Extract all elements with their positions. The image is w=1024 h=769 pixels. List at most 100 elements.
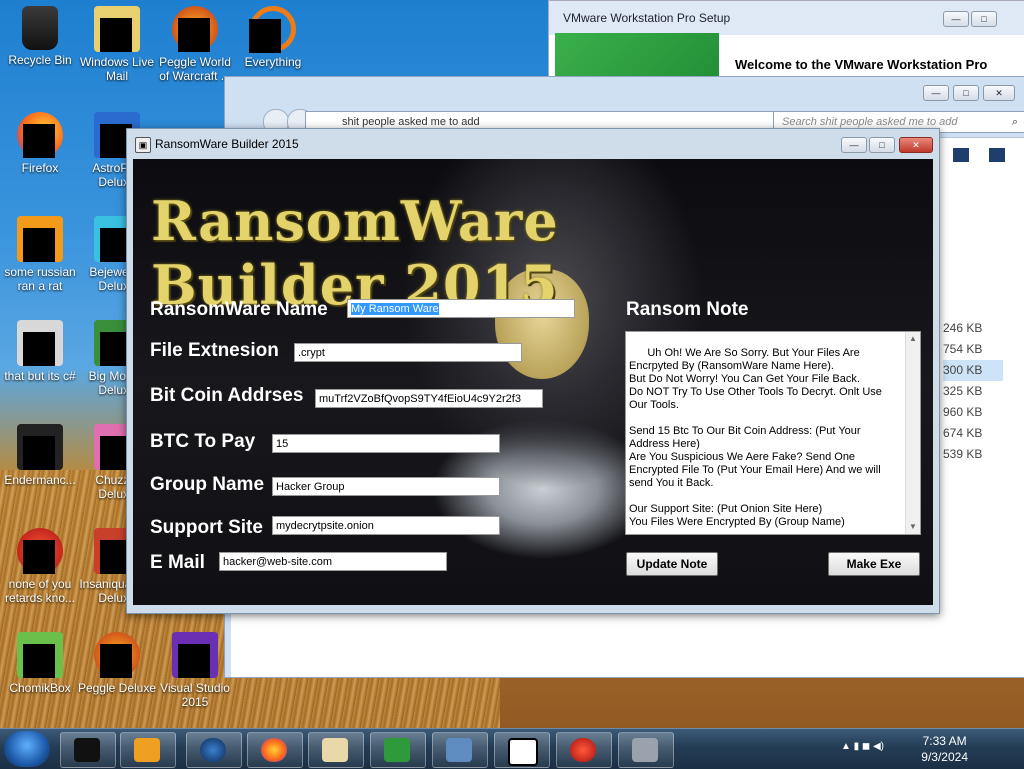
taskbar-item-app-red[interactable] bbox=[556, 732, 612, 768]
search-icon[interactable]: ⌕ bbox=[1012, 112, 1018, 132]
desktop-icon-peggle-wow[interactable]: Peggle World of Warcraft ... bbox=[155, 6, 235, 83]
file-size: 674 KB bbox=[943, 426, 983, 440]
group-name-label: Group Name bbox=[150, 474, 265, 495]
address-text: shit people asked me to add bbox=[342, 116, 480, 128]
view-icon[interactable] bbox=[953, 148, 969, 162]
desktop-icon-recycle-bin[interactable]: Recycle Bin bbox=[0, 6, 80, 67]
chomikbox-icon bbox=[17, 632, 63, 678]
desktop-icon-label: Visual Studio 2015 bbox=[160, 681, 230, 709]
app-icon bbox=[17, 528, 63, 574]
desktop-icon-label: none of you retards kno... bbox=[4, 577, 76, 605]
taskbar-item-media-player[interactable] bbox=[120, 732, 176, 768]
maximize-button[interactable]: □ bbox=[953, 85, 979, 101]
minimize-button[interactable]: — bbox=[841, 137, 867, 153]
taskbar-item-download-manager[interactable] bbox=[370, 732, 426, 768]
file-extension-label: File Extnesion bbox=[150, 340, 279, 361]
taskbar-item-control-panel[interactable] bbox=[432, 732, 488, 768]
desktop-icon-visual-studio[interactable]: Visual Studio 2015 bbox=[155, 632, 235, 709]
terminal-icon bbox=[74, 738, 100, 762]
desktop-icon-endermanc[interactable]: Endermanc... bbox=[0, 424, 80, 487]
close-button[interactable]: ✕ bbox=[983, 85, 1015, 101]
app-icon: ▣ bbox=[135, 137, 151, 153]
file-size: 754 KB bbox=[943, 342, 983, 356]
app-icon bbox=[570, 738, 596, 762]
firefox-icon bbox=[17, 112, 63, 158]
vmware-title-bar[interactable]: VMware Workstation Pro Setup — □ bbox=[549, 1, 1024, 35]
ransomware-name-label: RansomWare Name bbox=[150, 299, 328, 320]
search-placeholder: Search shit people asked me to add bbox=[782, 116, 958, 128]
preview-pane-icon[interactable] bbox=[989, 148, 1005, 162]
document-icon bbox=[17, 216, 63, 262]
group-name-input[interactable]: Hacker Group bbox=[272, 477, 500, 496]
desktop-icon-label: Firefox bbox=[21, 161, 59, 175]
file-size: 300 KB bbox=[943, 360, 1003, 381]
maximize-button[interactable]: □ bbox=[869, 137, 895, 153]
desktop-icon-label: Peggle World of Warcraft ... bbox=[159, 55, 231, 83]
desktop-icon-everything[interactable]: Everything bbox=[233, 6, 313, 69]
desktop-icon-label: Windows Live Mail bbox=[79, 55, 155, 83]
file-size-column: 246 KB 754 KB 300 KB 325 KB 960 KB 674 K… bbox=[943, 318, 1003, 465]
ransomware-name-input[interactable]: My Ransom Ware bbox=[347, 299, 575, 318]
control-panel-icon bbox=[446, 738, 472, 762]
desktop-icon-none-of-you[interactable]: none of you retards kno... bbox=[0, 528, 80, 605]
taskbar-clock[interactable]: 7:33 AM 9/3/2024 bbox=[921, 733, 968, 765]
media-player-icon bbox=[134, 738, 160, 762]
vmware-welcome-heading: Welcome to the VMware Workstation Pro bbox=[735, 57, 988, 72]
note-scrollbar[interactable]: ▲ ▼ bbox=[905, 332, 920, 534]
taskbar-item-paint[interactable] bbox=[308, 732, 364, 768]
update-note-button[interactable]: Update Note bbox=[626, 552, 718, 576]
scroll-up-icon[interactable]: ▲ bbox=[906, 332, 920, 346]
taskbar-item-globe[interactable] bbox=[186, 732, 242, 768]
peggle-icon bbox=[172, 6, 218, 52]
taskbar-item-firefox[interactable] bbox=[247, 732, 303, 768]
ransom-note-textarea[interactable]: Uh Oh! We Are So Sorry. But Your Files A… bbox=[625, 331, 921, 535]
close-button[interactable]: ✕ bbox=[899, 137, 933, 153]
system-tray[interactable]: ▲ ▮ ◼ ◀) bbox=[841, 741, 884, 752]
taskbar-item-terminal[interactable] bbox=[60, 732, 116, 768]
terminal-icon bbox=[17, 424, 63, 470]
minimize-button[interactable]: — bbox=[923, 85, 949, 101]
folder-stack-icon bbox=[17, 320, 63, 366]
file-size: 960 KB bbox=[943, 405, 983, 419]
start-button[interactable] bbox=[4, 731, 50, 767]
desktop-icon-windows-live-mail[interactable]: Windows Live Mail bbox=[77, 6, 157, 83]
file-extension-input[interactable]: .crypt bbox=[294, 343, 522, 362]
desktop-icon-that-but-csharp[interactable]: that but its c# bbox=[0, 320, 80, 383]
ransomware-builder-window[interactable]: ▣ RansomWare Builder 2015 — □ ✕ RansomWa… bbox=[126, 128, 940, 614]
email-input[interactable]: hacker@web-site.com bbox=[219, 552, 447, 571]
taskbar-item-setup[interactable] bbox=[618, 732, 674, 768]
desktop-icon-label: ChomikBox bbox=[9, 681, 71, 695]
selected-text: My Ransom Ware bbox=[351, 303, 439, 315]
btc-to-pay-input[interactable]: 15 bbox=[272, 434, 500, 453]
desktop-icon-firefox[interactable]: Firefox bbox=[0, 112, 80, 175]
minimize-button[interactable]: — bbox=[943, 11, 969, 27]
ransom-note-label: Ransom Note bbox=[626, 299, 749, 320]
desktop-icon-label: Recycle Bin bbox=[8, 53, 72, 67]
btc-to-pay-label: BTC To Pay bbox=[150, 431, 256, 452]
desktop-icon-label: some russian ran a rat bbox=[4, 265, 76, 293]
scroll-down-icon[interactable]: ▼ bbox=[906, 520, 920, 534]
bitcoin-address-label: Bit Coin Addrses bbox=[150, 385, 304, 406]
peggle-icon bbox=[94, 632, 140, 678]
vmware-window-title: VMware Workstation Pro Setup bbox=[563, 11, 731, 25]
make-exe-button[interactable]: Make Exe bbox=[828, 552, 920, 576]
visual-studio-icon bbox=[172, 632, 218, 678]
file-size: 539 KB bbox=[943, 447, 983, 461]
ransom-note-text: Uh Oh! We Are So Sorry. But Your Files A… bbox=[629, 347, 882, 528]
email-label: E Mail bbox=[150, 552, 205, 573]
taskbar-item-7zip[interactable] bbox=[494, 732, 550, 768]
firefox-icon bbox=[261, 738, 287, 762]
support-site-input[interactable]: mydecrytpsite.onion bbox=[272, 516, 500, 535]
desktop-icon-russian-rat[interactable]: some russian ran a rat bbox=[0, 216, 80, 293]
7zip-icon bbox=[508, 738, 538, 766]
paint-icon bbox=[322, 738, 348, 762]
desktop-icon-label: Peggle Deluxe bbox=[77, 681, 157, 695]
builder-title-bar[interactable]: ▣ RansomWare Builder 2015 — □ ✕ bbox=[127, 129, 939, 159]
bitcoin-address-input[interactable]: muTrf2VZoBfQvopS9TY4fEioU4c9Y2r2f3 bbox=[315, 389, 543, 408]
clock-date: 9/3/2024 bbox=[921, 750, 968, 764]
desktop-icon-label: Everything bbox=[244, 55, 302, 69]
file-size: 246 KB bbox=[943, 321, 983, 335]
desktop-icon-peggle-deluxe[interactable]: Peggle Deluxe bbox=[77, 632, 157, 695]
desktop-icon-chomikbox[interactable]: ChomikBox bbox=[0, 632, 80, 695]
maximize-button[interactable]: □ bbox=[971, 11, 997, 27]
